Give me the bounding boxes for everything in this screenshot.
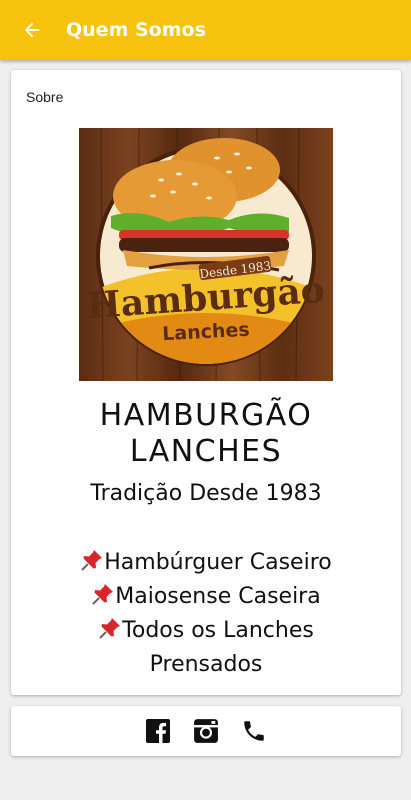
pushpin-icon xyxy=(99,618,121,639)
brand-name: HAMBURGÃO LANCHES xyxy=(11,398,401,470)
features-list: Hambúrguer Caseiro Maiosense Caseira Tod… xyxy=(11,546,401,682)
brand-name-line1: HAMBURGÃO xyxy=(99,398,313,433)
pushpin-icon xyxy=(81,550,103,571)
about-label: Sobre xyxy=(26,89,64,105)
phone-icon xyxy=(244,721,264,741)
feature-item: Maiosense Caseira xyxy=(11,580,401,614)
app-bar: Quem Somos xyxy=(0,0,411,60)
brand-name-line2: LANCHES xyxy=(129,434,283,469)
feature-item-continuation: Prensados xyxy=(149,652,263,677)
tagline: Tradição Desde 1983 xyxy=(90,481,322,506)
instagram-button[interactable] xyxy=(192,717,220,745)
about-card: Sobre Desde 1983 Hamburgão Lanches HAMBU… xyxy=(11,70,401,695)
social-card xyxy=(11,706,401,756)
feature-item: Todos os Lanches xyxy=(11,614,401,648)
facebook-icon xyxy=(146,719,170,743)
hamburgao-logo: Desde 1983 Hamburgão Lanches xyxy=(79,128,333,381)
back-button[interactable] xyxy=(4,0,60,60)
arrow-left-icon xyxy=(24,22,40,38)
pushpin-icon xyxy=(92,584,114,605)
instagram-icon xyxy=(194,719,218,743)
phone-button[interactable] xyxy=(240,717,268,745)
page-title: Quem Somos xyxy=(66,19,206,41)
facebook-button[interactable] xyxy=(144,717,172,745)
svg-text:Lanches: Lanches xyxy=(162,319,250,346)
feature-item: Hambúrguer Caseiro xyxy=(11,546,401,580)
